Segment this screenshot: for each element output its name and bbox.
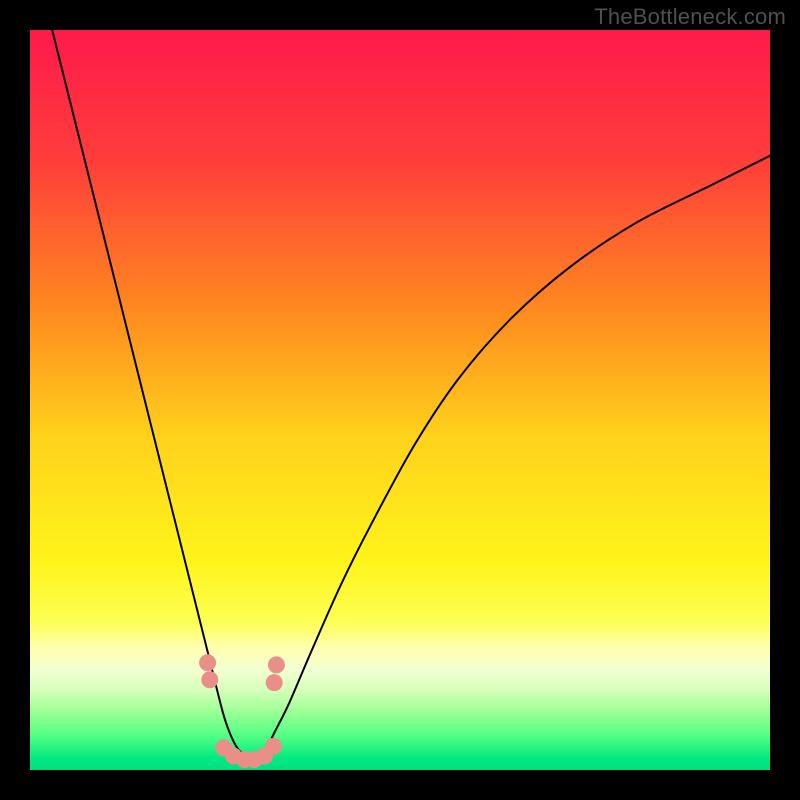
- marker-point: [265, 738, 282, 755]
- chart-frame: TheBottleneck.com: [0, 0, 800, 800]
- gradient-background: [30, 30, 770, 770]
- plot-area: [30, 30, 770, 770]
- marker-point: [266, 674, 283, 691]
- marker-point: [199, 654, 216, 671]
- chart-svg: [30, 30, 770, 770]
- marker-point: [268, 656, 285, 673]
- watermark-text: TheBottleneck.com: [594, 4, 786, 30]
- marker-point: [201, 671, 218, 688]
